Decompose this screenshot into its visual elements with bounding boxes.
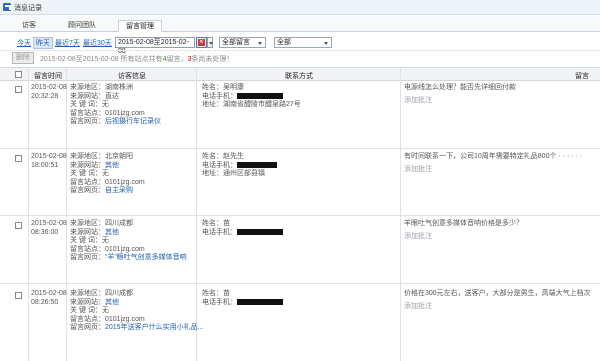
status-select[interactable]: 全部 <box>274 37 332 48</box>
contact-phone-label: 电话手机： <box>202 228 237 236</box>
message-text: 有时间联系一下，公司10周年需要特定礼品800个 · · · · · · <box>404 153 583 160</box>
source-region: 来源地区：北京朝阳 <box>70 153 133 160</box>
message-page-link[interactable]: 后视摄行车记录仪 <box>105 118 161 125</box>
status-prefix: 2015-02-08至2015-02-08 所有站点共有 <box>40 56 163 63</box>
row-time: 20:32:28 <box>31 92 59 100</box>
contact-address: 地址：通州区部县镇 <box>202 170 265 178</box>
contact-phone-label: 电话手机： <box>202 92 237 100</box>
source-site: 直达 <box>105 92 119 100</box>
source-region: 来源地区：四川成都 <box>70 290 133 297</box>
message-page-link[interactable]: 自主采购 <box>105 187 133 194</box>
window-title: 消息记录 <box>14 5 42 12</box>
quick-yesterday-link[interactable]: 昨天 <box>33 37 53 49</box>
calendar-dropdown-icon[interactable] <box>207 37 213 48</box>
message-page-link[interactable]: “羊”眼吐气创意多媒体音响 <box>105 254 187 261</box>
status-summary: 2015-02-08至2015-02-08 所有站点共有4留言，3条尚未处理！ <box>40 54 233 64</box>
tab-bar: 访客 顾问团队 留言管理 <box>0 15 600 32</box>
message-page-label: 留言网页： <box>70 324 105 332</box>
row-checkbox[interactable] <box>15 222 22 229</box>
source-site-label: 来源网站： <box>70 92 105 100</box>
message-page-label: 留言网页： <box>70 187 105 195</box>
quick-7days-link[interactable]: 最近7天 <box>55 38 80 48</box>
contact-phone-label: 电话手机： <box>202 298 237 306</box>
table-row[interactable]: 2015-02-08 08:36:00 来源地区：四川成都 来源网站：其他 关 … <box>0 216 600 284</box>
source-site-label: 来源网站： <box>70 228 105 236</box>
keyword: 关 键 词：无 <box>70 101 109 109</box>
row-date: 2015-02-08 <box>31 84 67 91</box>
source-site-label: 来源网站： <box>70 298 105 306</box>
table-row[interactable]: 2015-02-08 18:00:51 来源地区：北京朝阳 来源网站：其他 关 … <box>0 149 600 216</box>
redacted-phone <box>237 298 283 305</box>
row-checkbox[interactable] <box>15 292 22 299</box>
row-date: 2015-02-08 <box>31 220 67 227</box>
add-note-link[interactable]: 添加批注 <box>404 97 516 106</box>
message-type-select[interactable]: 全部留言 <box>219 37 266 48</box>
source-region: 来源地区：四川成都 <box>70 220 133 227</box>
header-message-time: 留言时间 <box>34 73 62 80</box>
app-logo-icon <box>3 3 11 11</box>
message-text: 羊眼吐气创意多媒体音响价格是多少？ <box>404 220 523 227</box>
tab-message-management[interactable]: 留言管理 <box>118 20 162 32</box>
row-time: 08:26:50 <box>31 298 59 306</box>
redacted-phone <box>237 228 283 235</box>
delete-button[interactable]: 删除 <box>12 52 34 64</box>
contact-name: 姓名：吴明康 <box>202 84 244 91</box>
message-page-label: 留言网页： <box>70 254 105 262</box>
row-time: 08:36:00 <box>31 228 59 236</box>
tab-consultant-team[interactable]: 顾问团队 <box>60 20 104 32</box>
keyword: 关 键 词：无 <box>70 170 109 178</box>
source-site: 其他 <box>105 161 119 169</box>
quick-today-link[interactable]: 今天 <box>17 38 31 48</box>
quick-30days-link[interactable]: 最近30天 <box>83 38 112 48</box>
row-date: 2015-02-08 <box>31 153 67 160</box>
source-site-label: 来源网站： <box>70 161 105 169</box>
contact-phone-label: 电话手机： <box>202 161 237 169</box>
add-note-link[interactable]: 添加批注 <box>404 303 591 312</box>
message-text: 价格在300元左右，送客户，大部分是男生，高端大气上档次 <box>404 290 591 297</box>
source-site: 其他 <box>105 228 119 236</box>
redacted-phone <box>237 161 277 168</box>
add-note-link[interactable]: 添加批注 <box>404 233 523 242</box>
tab-visitors[interactable]: 访客 <box>14 20 44 32</box>
calendar-clear-icon[interactable] <box>196 37 207 48</box>
keyword: 关 键 词：无 <box>70 307 109 315</box>
table-header: 留言时间 访客信息 联系方式 留言 <box>0 67 600 81</box>
status-suffix: 条尚未处理！ <box>191 56 234 63</box>
table-row[interactable]: 2015-02-08 08:26:50 来源地区：四川成都 来源网站：其他 关 … <box>0 284 600 361</box>
row-checkbox[interactable] <box>15 86 22 93</box>
message-page-link[interactable]: 2015年送客户什么实用小礼品... <box>105 324 203 331</box>
window-titlebar: 消息记录 <box>0 0 600 15</box>
contact-name: 姓名：赵先生 <box>202 153 244 160</box>
status-mid: 留言， <box>166 56 188 63</box>
redacted-phone <box>237 92 283 99</box>
header-contact: 联系方式 <box>285 73 313 80</box>
source-site: 其他 <box>105 298 119 306</box>
date-range-input[interactable]: 2015-02-08至2015-02-08 <box>115 37 195 55</box>
header-message: 留言 <box>575 73 589 80</box>
contact-name: 姓名：苗 <box>202 220 230 227</box>
select-all-checkbox[interactable] <box>15 71 22 78</box>
header-visitor-info: 访客信息 <box>118 73 146 80</box>
row-checkbox[interactable] <box>15 155 22 162</box>
source-region: 来源地区：湖南株洲 <box>70 84 133 91</box>
row-time: 18:00:51 <box>31 161 59 169</box>
contact-name: 姓名：苗 <box>202 290 230 297</box>
contact-address: 地址：湖南省醴陵市醴泉路27号 <box>202 101 301 109</box>
table-row[interactable]: 2015-02-08 20:32:28 来源地区：湖南株洲 来源网站：直达 关 … <box>0 81 600 149</box>
message-text: 电源线怎么处理？能否先详细回付款 <box>404 84 516 91</box>
add-note-link[interactable]: 添加批注 <box>404 166 582 175</box>
keyword: 关 键 词：无 <box>70 237 109 245</box>
message-page-label: 留言网页： <box>70 118 105 126</box>
row-date: 2015-02-08 <box>31 290 67 297</box>
